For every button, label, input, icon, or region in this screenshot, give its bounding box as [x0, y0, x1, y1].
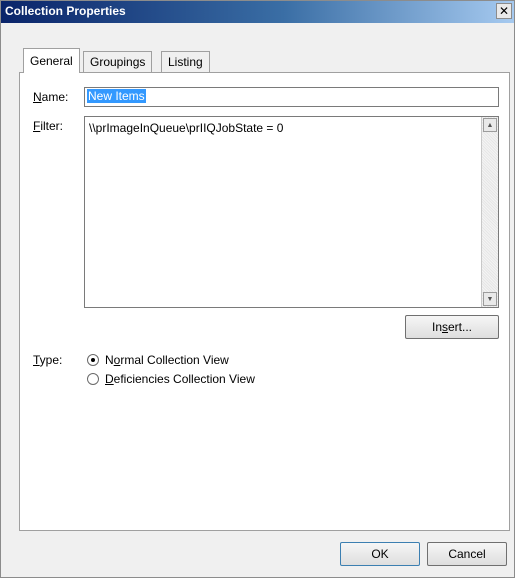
type-label: Type:: [33, 353, 63, 367]
tab-groupings[interactable]: Groupings: [83, 51, 153, 72]
insert-button[interactable]: Insert...: [405, 315, 499, 339]
radio-normal-label: Normal Collection View: [105, 353, 229, 367]
dialog-title: Collection Properties: [5, 4, 126, 18]
tab-groupings-label: Groupings: [90, 55, 146, 69]
scroll-up-icon: ▲: [486, 121, 494, 129]
close-button[interactable]: ✕: [496, 3, 512, 19]
ok-button-label: OK: [371, 547, 389, 561]
filter-textarea[interactable]: \\prImageInQueue\prIIQJobState = 0 ▲ ▼: [84, 116, 499, 308]
title-bar[interactable]: Collection Properties ✕: [1, 1, 514, 23]
radio-deficiencies-collection-view[interactable]: Deficiencies Collection View: [87, 372, 255, 386]
ok-button[interactable]: OK: [340, 542, 420, 566]
name-label: Name:: [33, 90, 69, 104]
collection-properties-dialog: Collection Properties ✕ General Grouping…: [0, 0, 515, 578]
tab-listing-label: Listing: [168, 55, 203, 69]
tab-listing[interactable]: Listing: [161, 51, 210, 72]
radio-button-checked[interactable]: [87, 354, 99, 366]
scroll-up-button[interactable]: ▲: [483, 118, 497, 132]
tab-general-label: General: [30, 54, 73, 68]
cancel-button[interactable]: Cancel: [427, 542, 507, 566]
tab-general[interactable]: General: [23, 48, 80, 73]
radio-button-unchecked[interactable]: [87, 373, 99, 385]
filter-text: \\prImageInQueue\prIIQJobState = 0: [89, 121, 284, 135]
name-input-value: New Items: [87, 89, 146, 103]
insert-button-label: Insert...: [431, 320, 473, 334]
name-input[interactable]: New Items: [84, 87, 499, 107]
close-icon: ✕: [498, 4, 510, 18]
radio-normal-collection-view[interactable]: Normal Collection View: [87, 353, 229, 367]
cancel-button-label: Cancel: [448, 547, 486, 561]
filter-label: Filter:: [33, 119, 64, 133]
scroll-down-button[interactable]: ▼: [483, 292, 497, 306]
filter-scrollbar[interactable]: ▲ ▼: [481, 117, 498, 307]
radio-deficiencies-label: Deficiencies Collection View: [105, 372, 255, 386]
scroll-down-icon: ▼: [486, 295, 494, 303]
